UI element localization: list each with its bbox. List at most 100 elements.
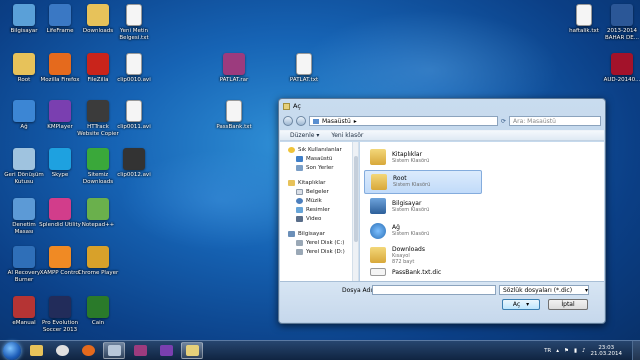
start-button[interactable] — [3, 341, 21, 360]
network-icon — [370, 222, 386, 239]
rar-icon — [133, 345, 147, 356]
search-input[interactable]: Ara: Masaüstü — [509, 116, 601, 126]
language-indicator[interactable]: TR — [544, 348, 551, 354]
documents-icon — [296, 188, 303, 195]
desktop-icon[interactable]: PATLAT.txt — [282, 53, 326, 84]
nav-item-drive-d[interactable]: Yerel Disk (D:) — [280, 247, 352, 256]
open-button[interactable]: Aç ▾ — [502, 299, 540, 310]
desktop-icon[interactable]: clip0011.avi — [112, 100, 156, 131]
show-desktop-button[interactable] — [632, 341, 640, 360]
splendid-icon — [49, 198, 71, 220]
text-file-icon — [370, 268, 386, 276]
filename-input[interactable] — [372, 285, 496, 295]
dialog-toolbar: Düzenle ▾ Yeni klasör — [280, 130, 604, 141]
video-file-icon — [126, 100, 142, 122]
cancel-button[interactable]: İptal — [548, 299, 588, 310]
flag-icon[interactable]: ⚑ — [564, 348, 569, 354]
nav-item-desktop[interactable]: Masaüstü — [280, 154, 352, 163]
nav-scrollbar[interactable] — [353, 142, 359, 281]
desktop-icon[interactable]: clip0012.avi — [112, 148, 156, 179]
avi-icon — [123, 148, 145, 170]
nav-item-videos[interactable]: Video — [280, 214, 352, 223]
text-file-icon — [296, 53, 312, 75]
network-icon[interactable]: ▮ — [574, 348, 577, 354]
nav-favorites[interactable]: Sık Kullanılanlar — [280, 145, 352, 154]
file-item-computer[interactable]: Bilgisayar Sistem Klasörü — [364, 194, 482, 218]
desktop-icon-label: PassBank.txt — [216, 124, 252, 130]
desktop-icon-label: clip0010.avi — [117, 77, 151, 83]
music-icon — [296, 197, 303, 204]
desktop-icon-label: AUD-20140... — [603, 77, 640, 83]
dialog-footer: Dosya Adı: Sözlük dosyaları (*.dic) ▾ Aç… — [280, 281, 604, 322]
chevron-down-icon: ▾ — [526, 301, 530, 308]
taskbar-app[interactable] — [181, 342, 203, 359]
taskbar-firefox[interactable] — [77, 342, 99, 359]
nav-item-documents[interactable]: Belgeler — [280, 187, 352, 196]
desktop-icon[interactable]: Chrome Player — [76, 246, 120, 277]
dialog-titlebar[interactable]: Aç — [279, 99, 605, 113]
taskbar: TR ▴ ⚑ ▮ ♪ 23:03 21.03.2014 — [0, 340, 640, 360]
nav-item-music[interactable]: Müzik — [280, 196, 352, 205]
desktop-icon-label: clip0012.avi — [117, 172, 151, 178]
download-icon — [87, 148, 109, 170]
kmplayer-icon — [159, 345, 173, 356]
file-item-passbank[interactable]: PassBank.txt.dic — [364, 268, 482, 277]
file-item-libraries[interactable]: Kitaplıklar Sistem Klasörü — [364, 145, 482, 169]
word-doc-icon — [611, 4, 633, 26]
window-icon — [107, 345, 121, 356]
taskbar-window[interactable] — [103, 342, 125, 359]
refresh-icon[interactable]: ⟳ — [501, 118, 506, 125]
computer-icon — [13, 4, 35, 26]
organize-button[interactable]: Düzenle ▾ — [290, 132, 319, 139]
desktop-icon[interactable]: clip0010.avi — [112, 53, 156, 84]
text-file-icon — [126, 4, 142, 26]
taskbar-kmplayer[interactable] — [155, 342, 177, 359]
text-file-icon — [226, 100, 242, 122]
pictures-icon — [296, 206, 303, 213]
file-item-downloads[interactable]: Downloads Kısayol 872 bayt — [364, 243, 482, 267]
nav-scroll-thumb[interactable] — [354, 156, 358, 242]
clock[interactable]: 23:03 21.03.2014 — [591, 345, 623, 358]
back-button[interactable] — [283, 116, 293, 126]
new-folder-button[interactable]: Yeni klasör — [331, 132, 363, 139]
nav-item-recent[interactable]: Son Yerler — [280, 163, 352, 172]
file-item-root[interactable]: Root Sistem Klasörü — [364, 169, 482, 194]
nav-item-drive-c[interactable]: Yerel Disk (C:) — [280, 238, 352, 247]
desktop-icon[interactable]: PATLAT.rar — [212, 53, 256, 84]
recovery-icon — [13, 246, 35, 268]
desktop-icon[interactable]: PassBank.txt — [212, 100, 256, 131]
desktop-icon — [296, 155, 303, 162]
video-file-icon — [126, 53, 142, 75]
nav-computer[interactable]: Bilgisayar — [280, 229, 352, 238]
taskbar-explorer[interactable] — [25, 342, 47, 359]
control-panel-icon — [13, 198, 35, 220]
file-item-network[interactable]: Ağ Sistem Klasörü — [364, 219, 482, 243]
desktop-icon-label: Notepad++ — [81, 222, 115, 228]
app-icon — [283, 102, 290, 110]
desktop-icon[interactable]: Yeni Metin Belgesi.txt — [112, 4, 156, 41]
desktop-icon[interactable]: 2013-2014 BAHAR DE... — [600, 4, 640, 41]
desktop-icon[interactable]: AUD-20140... — [600, 53, 640, 84]
forward-button[interactable] — [296, 116, 306, 126]
network-icon — [13, 100, 35, 122]
player-icon — [87, 246, 109, 268]
app-icon — [185, 345, 199, 356]
recent-places-icon — [296, 164, 303, 171]
folder-icon — [87, 4, 109, 26]
media-player-icon — [55, 345, 69, 356]
desktop-icon[interactable]: Notepad++ — [76, 198, 120, 229]
taskbar-rar[interactable] — [129, 342, 151, 359]
volume-icon[interactable]: ♪ — [582, 348, 586, 354]
nav-item-pictures[interactable]: Resimler — [280, 205, 352, 214]
folder-icon — [370, 247, 386, 263]
folder-icon — [29, 345, 43, 356]
chevron-up-icon[interactable]: ▴ — [556, 348, 559, 354]
httrack-icon — [87, 100, 109, 122]
search-placeholder: Ara: Masaüstü — [513, 117, 556, 125]
filetype-select[interactable]: Sözlük dosyaları (*.dic) ▾ — [499, 285, 589, 295]
taskbar-media[interactable] — [51, 342, 73, 359]
nav-libraries[interactable]: Kitaplıklar — [280, 178, 352, 187]
address-bar[interactable]: Masaüstü ▸ — [309, 116, 498, 126]
system-tray: TR ▴ ⚑ ▮ ♪ 23:03 21.03.2014 — [544, 341, 622, 360]
desktop-icon[interactable]: Cain — [76, 296, 120, 327]
